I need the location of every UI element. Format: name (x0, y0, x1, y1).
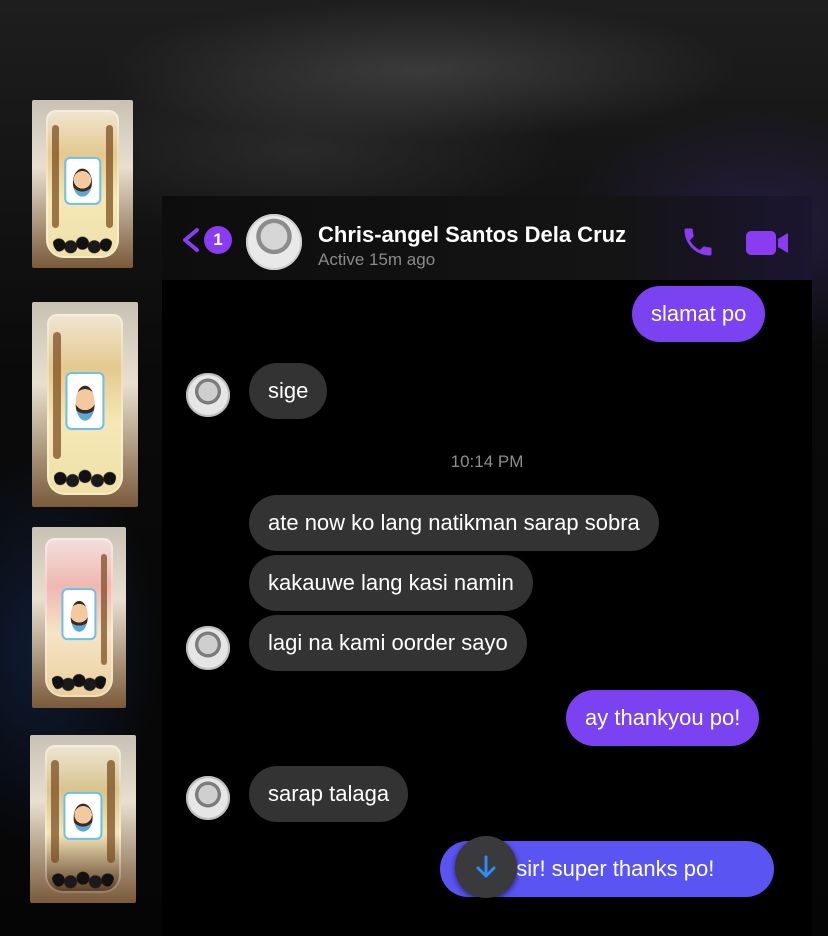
chat-window: 1 Chris-angel Santos Dela Cruz Active 15… (162, 196, 812, 936)
message-incoming[interactable]: sarap talaga (249, 766, 409, 822)
sender-avatar (186, 776, 230, 820)
message-incoming[interactable]: ate now ko lang natikman sarap sobra (249, 495, 659, 551)
back-button[interactable]: 1 (180, 226, 232, 254)
product-photo (32, 302, 138, 507)
sender-avatar (186, 373, 230, 417)
chat-header: 1 Chris-angel Santos Dela Cruz Active 15… (162, 196, 812, 280)
scroll-to-bottom-button[interactable] (455, 836, 517, 898)
arrow-down-icon (476, 855, 496, 878)
message-incoming[interactable]: lagi na kami oorder sayo (249, 615, 527, 671)
contact-avatar[interactable] (246, 214, 302, 270)
sender-avatar (186, 626, 230, 670)
message-incoming[interactable]: kakauwe lang kasi namin (249, 555, 533, 611)
phone-icon[interactable] (680, 224, 716, 260)
active-status: Active 15m ago (318, 250, 436, 269)
message-outgoing[interactable]: slamat po (632, 286, 766, 342)
chevron-left-icon (183, 228, 199, 252)
product-photo (30, 735, 136, 903)
product-photo (32, 100, 133, 268)
message-incoming[interactable]: sige (249, 363, 328, 419)
message-outgoing[interactable]: ay thankyou po! (566, 690, 760, 746)
product-photo (32, 527, 126, 708)
contact-name[interactable]: Chris-angel Santos Dela Cruz (318, 222, 626, 248)
unread-badge: 1 (204, 226, 232, 254)
video-camera-icon[interactable] (744, 228, 790, 258)
message-timestamp: 10:14 PM (450, 452, 524, 471)
